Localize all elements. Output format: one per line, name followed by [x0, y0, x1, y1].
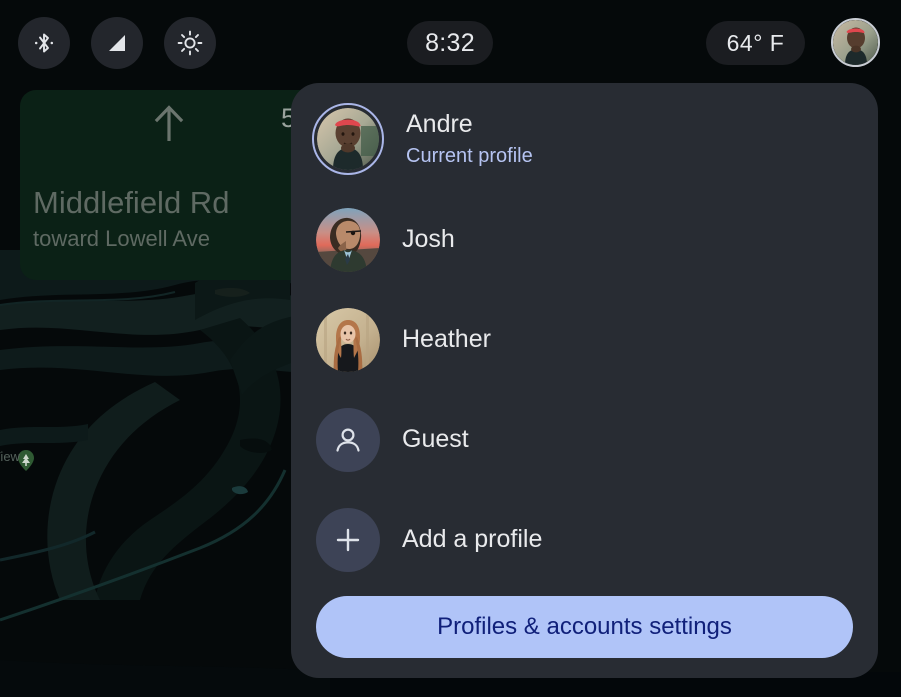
avatar [312, 103, 384, 175]
avatar [316, 208, 380, 272]
profiles-accounts-settings-button[interactable]: Profiles & accounts settings [316, 596, 853, 658]
nav-street-name: Middlefield Rd [33, 185, 229, 221]
plus-icon [316, 508, 380, 572]
profile-name: Heather [402, 324, 491, 355]
profile-row-heather[interactable]: Heather [291, 297, 878, 383]
profile-row-text: Heather [402, 324, 491, 355]
signal-icon[interactable] [91, 17, 143, 69]
clock[interactable]: 8:32 [407, 21, 493, 65]
profile-name: Andre [406, 109, 533, 140]
profile-row-guest[interactable]: Guest [291, 397, 878, 483]
status-bar-avatar[interactable] [831, 18, 880, 67]
temperature-display[interactable]: 64° F [706, 21, 805, 65]
status-bar-icons [18, 17, 216, 69]
profile-row-add-profile[interactable]: Add a profile [291, 497, 878, 583]
profile-name: Add a profile [402, 524, 542, 555]
profile-row-josh[interactable]: Josh [291, 197, 878, 283]
arrow-up-icon [152, 104, 186, 149]
profile-name: Guest [402, 424, 469, 455]
infotainment-screen: View 5 Middlefield Rd toward Lowell Ave [0, 0, 901, 697]
profile-row-andre[interactable]: Andre Current profile [291, 96, 878, 182]
nav-toward-text: toward Lowell Ave [33, 226, 210, 252]
avatar [316, 308, 380, 372]
profile-row-text: Add a profile [402, 524, 542, 555]
status-bar: 8:32 64° F [0, 0, 901, 86]
profile-row-text: Josh [402, 224, 455, 255]
profile-switcher-panel: Andre Current profile [291, 83, 878, 678]
current-profile-label: Current profile [406, 143, 533, 169]
map-place-label: View [0, 449, 20, 464]
profile-name: Josh [402, 224, 455, 255]
bluetooth-icon[interactable] [18, 17, 70, 69]
brightness-icon[interactable] [164, 17, 216, 69]
profile-row-text: Andre Current profile [406, 109, 533, 168]
person-icon [316, 408, 380, 472]
profile-row-text: Guest [402, 424, 469, 455]
